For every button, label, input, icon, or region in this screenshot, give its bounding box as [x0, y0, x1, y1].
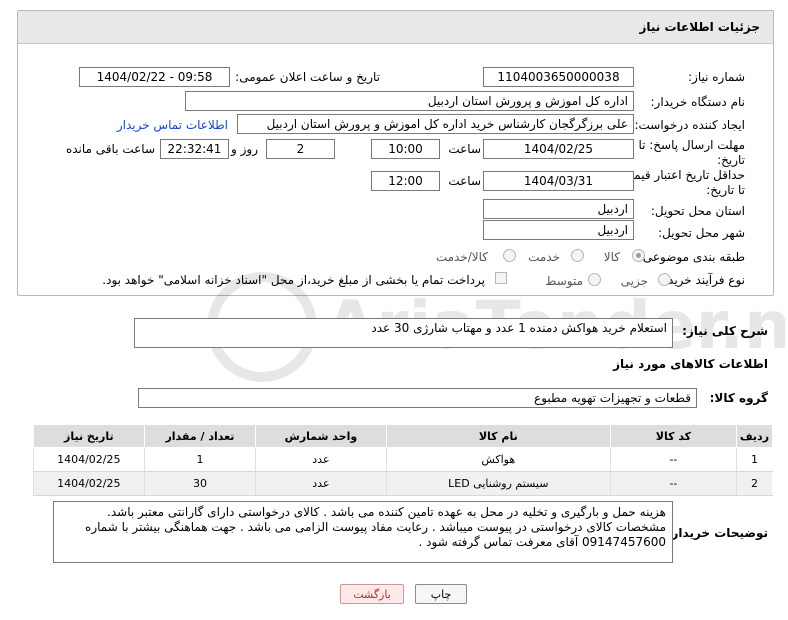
- buyer-org-field[interactable]: اداره کل اموزش و پرورش استان اردبیل: [185, 91, 634, 111]
- cell-unit: عدد: [255, 471, 387, 496]
- back-button[interactable]: بازگشت: [340, 584, 404, 604]
- print-button[interactable]: چاپ: [415, 584, 467, 604]
- deadline-label: مهلت ارسال پاسخ: تا: [638, 138, 745, 152]
- cell-name: هواکش: [385, 447, 611, 472]
- city-field[interactable]: اردبیل: [483, 220, 634, 240]
- cell-row: 1: [735, 447, 774, 472]
- announce-date-label: تاریخ و ساعت اعلان عمومی:: [235, 70, 380, 84]
- category-option-service: خدمت: [528, 250, 560, 264]
- cell-code: --: [609, 447, 737, 472]
- panel-header: جزئیات اطلاعات نیاز: [18, 11, 773, 44]
- creator-label: ایجاد کننده درخواست:: [634, 118, 745, 132]
- deadline-date-field[interactable]: 1404/02/25: [483, 139, 634, 159]
- buyer-notes-label: توضیحات خریدار:: [666, 526, 768, 540]
- remaining-time-label: ساعت باقی مانده: [65, 142, 155, 156]
- deadline-date-label: تاریخ:: [717, 153, 745, 167]
- category-radio-goods[interactable]: [632, 249, 645, 262]
- validity-label: حداقل تاریخ اعتبار قیمت:: [618, 168, 745, 182]
- col-date: تاریخ نیاز: [33, 424, 145, 448]
- buyer-notes-line-3: 09147457600 آقای معرفت تماس گرفته شود .: [418, 535, 666, 549]
- buyer-org-label: نام دستگاه خریدار:: [650, 95, 746, 109]
- province-field[interactable]: اردبیل: [483, 199, 634, 219]
- process-type-label: نوع فرآیند خرید :: [660, 273, 745, 287]
- category-label: طبقه بندی موضوعی:: [638, 250, 745, 264]
- treasury-payment-checkbox[interactable]: [495, 272, 507, 284]
- buyer-notes-line-1: هزینه حمل و بارگیری و تخلیه در محل به عه…: [107, 505, 666, 519]
- col-qty: تعداد / مقدار: [143, 424, 257, 448]
- remaining-days-field[interactable]: 2: [266, 139, 335, 159]
- table-row: 1 -- هواکش عدد 1 1404/02/25: [33, 447, 774, 472]
- goods-table: ردیف کد کالا نام کالا واحد شمارش تعداد /…: [33, 424, 774, 496]
- table-header-row: ردیف کد کالا نام کالا واحد شمارش تعداد /…: [33, 424, 774, 448]
- cell-code: --: [609, 471, 737, 496]
- col-unit: واحد شمارش: [255, 424, 387, 448]
- treasury-payment-note: پرداخت تمام یا بخشی از مبلغ خرید،از محل …: [102, 273, 485, 287]
- goods-info-heading: اطلاعات کالاهای مورد نیاز: [613, 357, 768, 371]
- page-title: جزئیات اطلاعات نیاز: [639, 20, 760, 34]
- cell-name: سیستم روشنایی LED: [385, 471, 611, 496]
- province-label: استان محل تحویل:: [650, 204, 745, 218]
- validity-time-field[interactable]: 12:00: [371, 171, 440, 191]
- cell-qty: 1: [143, 447, 257, 472]
- category-option-goods: کالا: [603, 250, 620, 264]
- deadline-time-label: ساعت: [448, 142, 481, 156]
- goods-group-label: گروه کالا:: [709, 391, 768, 405]
- process-radio-medium[interactable]: [588, 273, 601, 286]
- remaining-time-field[interactable]: 22:32:41: [160, 139, 229, 159]
- need-number-field[interactable]: 1104003650000038: [483, 67, 634, 87]
- col-row: ردیف: [735, 424, 774, 448]
- days-label: روز و: [231, 142, 258, 156]
- cell-date: 1404/02/25: [33, 447, 145, 472]
- summary-label: شرح کلی نیاز:: [682, 324, 768, 338]
- buyer-notes-field[interactable]: هزینه حمل و بارگیری و تخلیه در محل به عه…: [53, 501, 673, 563]
- deadline-time-field[interactable]: 10:00: [371, 139, 440, 159]
- cell-qty: 30: [143, 471, 257, 496]
- process-option-minor: جزیی: [620, 274, 648, 288]
- goods-group-field[interactable]: قطعات و تجهیزات تهویه مطبوع: [138, 388, 697, 408]
- col-name: نام کالا: [385, 424, 611, 448]
- buyer-notes-line-2: مشخصات کالای درخواستی در پیوست میباشد . …: [85, 520, 666, 534]
- process-radio-minor[interactable]: [658, 273, 671, 286]
- cell-date: 1404/02/25: [33, 471, 145, 496]
- city-label: شهر محل تحویل:: [658, 226, 745, 240]
- buyer-contact-link[interactable]: اطلاعات تماس خریدار: [117, 117, 228, 133]
- validity-time-label: ساعت: [448, 174, 481, 188]
- cell-row: 2: [735, 471, 774, 496]
- category-radio-goods-service[interactable]: [503, 249, 516, 262]
- col-code: کد کالا: [609, 424, 737, 448]
- category-option-goods-service: کالا/خدمت: [435, 250, 488, 264]
- category-radio-service[interactable]: [571, 249, 584, 262]
- creator-field[interactable]: علی برزگرگجان کارشناس خرید اداره کل اموز…: [237, 114, 634, 134]
- process-option-medium: متوسط: [545, 274, 583, 288]
- need-number-label: شماره نیاز:: [688, 70, 745, 84]
- validity-date-label: تا تاریخ:: [706, 183, 745, 197]
- announce-date-field[interactable]: 1404/02/22 - 09:58: [79, 67, 230, 87]
- table-row: 2 -- سیستم روشنایی LED عدد 30 1404/02/25: [33, 471, 774, 496]
- validity-date-field[interactable]: 1404/03/31: [483, 171, 634, 191]
- cell-unit: عدد: [255, 447, 387, 472]
- summary-field[interactable]: استعلام خرید هواکش دمنده 1 عدد و مهتاب ش…: [134, 318, 673, 348]
